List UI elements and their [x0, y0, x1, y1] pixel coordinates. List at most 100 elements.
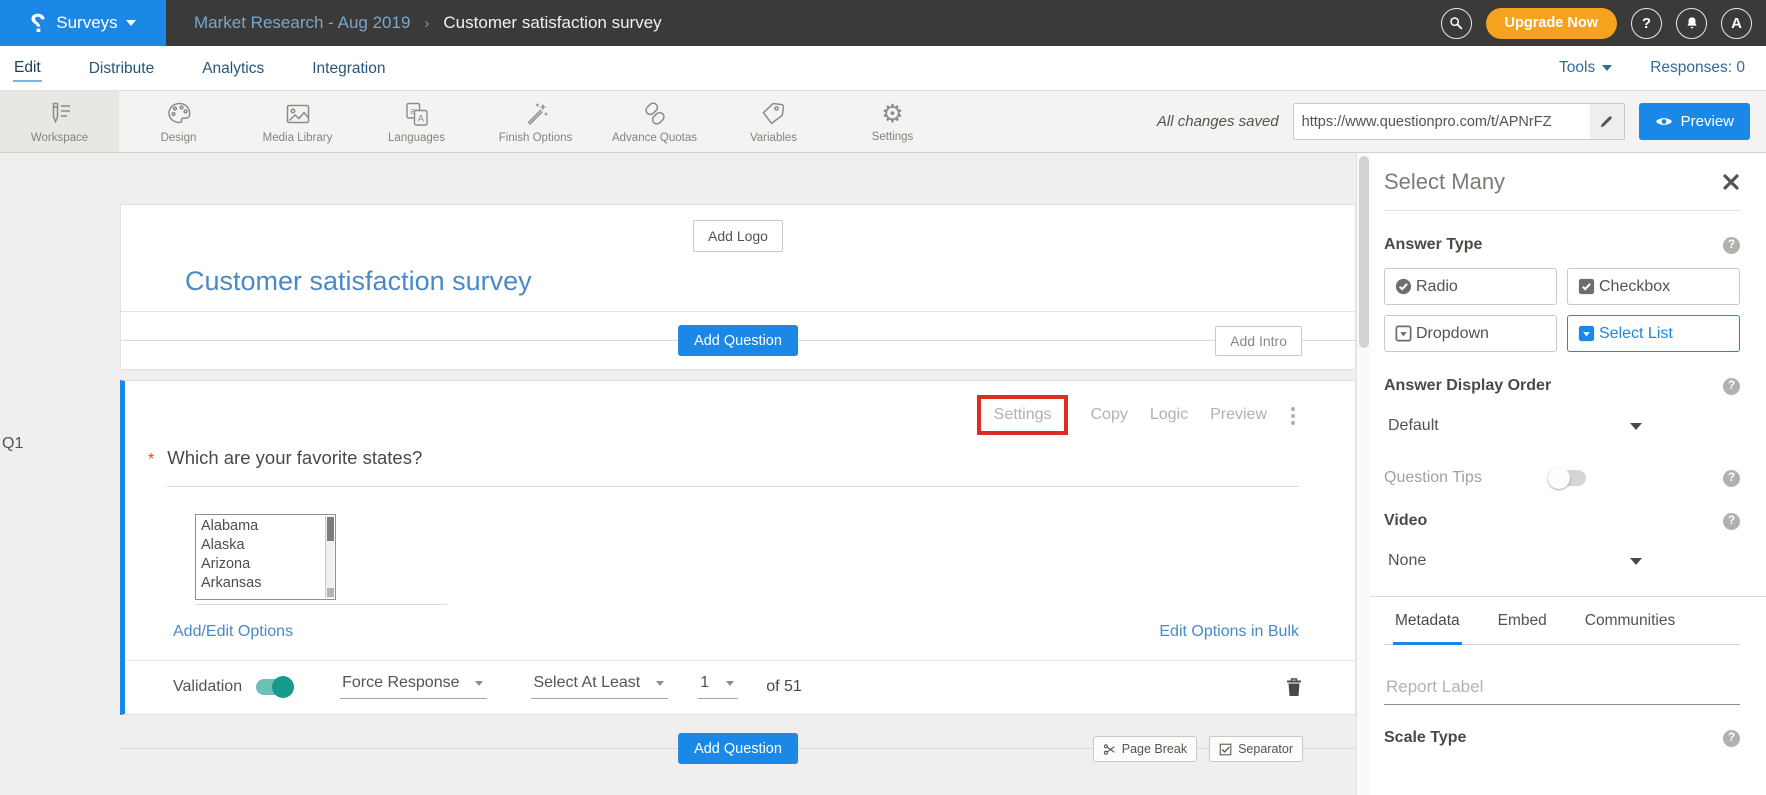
listbox-scrollbar[interactable]	[325, 516, 334, 598]
preview-button[interactable]: Preview	[1639, 103, 1750, 140]
help-icon[interactable]	[1723, 470, 1740, 487]
page-break-button[interactable]: Page Break	[1093, 736, 1197, 762]
add-logo-button[interactable]: Add Logo	[693, 220, 783, 252]
help-icon[interactable]	[1723, 513, 1740, 530]
tab-embed[interactable]: Embed	[1496, 597, 1549, 645]
toolbar-item-label: Design	[161, 132, 197, 144]
validation-condition-select[interactable]: Select At Least	[531, 674, 668, 699]
required-asterisk: *	[148, 451, 154, 469]
validation-rule-select[interactable]: Force Response	[340, 674, 487, 699]
scrollbar-thumb[interactable]	[1359, 156, 1369, 348]
more-options-icon[interactable]	[1291, 407, 1295, 411]
question-text-field[interactable]: Which are your favorite states?	[167, 447, 1299, 487]
listbox-option[interactable]: Arizona	[201, 555, 321, 574]
palette-icon	[164, 99, 194, 129]
add-question-button-bottom[interactable]: Add Question	[678, 733, 798, 764]
search-button[interactable]	[1441, 8, 1472, 39]
answer-display-order-label: Answer Display Order	[1384, 377, 1551, 395]
survey-editor-app: Surveys Market Research - Aug 2019 › Cus…	[0, 0, 1766, 795]
help-icon[interactable]	[1723, 730, 1740, 747]
listbox-option[interactable]: Arkansas	[201, 574, 321, 593]
question-tips-toggle[interactable]	[1550, 470, 1586, 486]
responses-count[interactable]: Responses: 0	[1650, 59, 1745, 77]
bottom-add-row: Add Question Page Break Separator	[120, 729, 1356, 769]
avatar[interactable]: A	[1721, 8, 1752, 39]
edit-url-button[interactable]	[1590, 104, 1624, 139]
translate-icon: aA	[402, 99, 432, 129]
listbox-option[interactable]: Alaska	[201, 536, 321, 555]
main-nav: Edit Distribute Analytics Integration To…	[0, 46, 1766, 90]
tab-metadata[interactable]: Metadata	[1393, 597, 1462, 645]
select-list-square-icon	[1577, 324, 1596, 343]
answer-listbox[interactable]: Alabama Alaska Arizona Arkansas	[195, 514, 336, 600]
question-settings-button[interactable]: Settings	[994, 406, 1052, 423]
toolbar-item-workspace[interactable]: Workspace	[0, 91, 119, 152]
validation-count-select[interactable]: 1	[698, 674, 738, 699]
video-select[interactable]: None	[1384, 552, 1642, 570]
tools-menu[interactable]: Tools	[1559, 59, 1612, 77]
tab-integration[interactable]: Integration	[311, 56, 386, 81]
panel-tabs-section: Metadata Embed Communities	[1370, 596, 1766, 645]
close-panel-button[interactable]	[1722, 173, 1740, 191]
answer-type-label-text: Checkbox	[1599, 278, 1670, 296]
radio-check-icon	[1394, 277, 1413, 296]
checkbox-check-icon	[1577, 277, 1596, 296]
answer-display-order-select[interactable]: Default	[1384, 417, 1642, 435]
nav-right: Tools Responses: 0	[1559, 59, 1745, 77]
upgrade-now-button[interactable]: Upgrade Now	[1486, 8, 1617, 39]
notifications-button[interactable]	[1676, 8, 1707, 39]
product-menu-label: Surveys	[56, 13, 117, 33]
add-intro-button[interactable]: Add Intro	[1215, 326, 1302, 356]
listbox-option[interactable]: Alabama	[201, 517, 321, 536]
question-logic-button[interactable]: Logic	[1150, 406, 1188, 424]
toolbar-item-label: Finish Options	[499, 132, 573, 144]
help-button[interactable]	[1631, 8, 1662, 39]
breadcrumb-folder-link[interactable]: Market Research - Aug 2019	[194, 13, 410, 33]
toolbar-item-media-library[interactable]: Media Library	[238, 91, 357, 152]
toolbar-item-settings[interactable]: Settings	[833, 91, 952, 152]
add-edit-options-link[interactable]: Add/Edit Options	[173, 623, 293, 641]
toolbar-item-label: Media Library	[263, 132, 333, 144]
answer-type-radio-button[interactable]: Radio	[1384, 268, 1557, 305]
workarea: Q1 Add Logo Customer satisfaction survey…	[0, 153, 1766, 795]
toolbar-item-design[interactable]: Design	[119, 91, 238, 152]
chevron-down-icon	[1630, 423, 1642, 430]
help-icon[interactable]	[1723, 378, 1740, 395]
report-label-input[interactable]	[1384, 675, 1740, 705]
answer-type-select-list-button[interactable]: Select List	[1567, 315, 1740, 352]
help-icon[interactable]	[1723, 237, 1740, 254]
toolbar-item-finish-options[interactable]: Finish Options	[476, 91, 595, 152]
tab-communities[interactable]: Communities	[1583, 597, 1677, 645]
survey-title[interactable]: Customer satisfaction survey	[185, 266, 1355, 297]
question-copy-button[interactable]: Copy	[1090, 406, 1127, 424]
page-scrollbar[interactable]	[1356, 153, 1370, 795]
question-text[interactable]: Which are your favorite states?	[167, 447, 422, 468]
question-card: Settings Copy Logic Preview * Which are …	[120, 380, 1356, 715]
share-url-input[interactable]	[1294, 114, 1590, 130]
toolbar-item-variables[interactable]: Variables	[714, 91, 833, 152]
toolbar-right: All changes saved Preview	[1157, 91, 1750, 152]
edit-options-bulk-link[interactable]: Edit Options in Bulk	[1159, 623, 1299, 641]
separator-button[interactable]: Separator	[1209, 736, 1303, 762]
tab-edit[interactable]: Edit	[13, 55, 42, 82]
answer-type-dropdown-button[interactable]: Dropdown	[1384, 315, 1557, 352]
eye-icon	[1655, 115, 1673, 128]
chevron-down-icon	[656, 681, 664, 686]
saved-status: All changes saved	[1157, 113, 1279, 130]
product-switcher[interactable]: Surveys	[0, 0, 166, 46]
tab-analytics[interactable]: Analytics	[201, 56, 265, 81]
delete-question-button[interactable]	[1285, 677, 1303, 697]
toolbar-item-advance-quotas[interactable]: Advance Quotas	[595, 91, 714, 152]
answer-type-label-text: Dropdown	[1416, 325, 1489, 343]
validation-condition-value: Select At Least	[533, 674, 640, 692]
scrollbar-thumb[interactable]	[327, 517, 334, 541]
validation-toggle[interactable]	[256, 679, 292, 695]
toolbar-item-languages[interactable]: aA Languages	[357, 91, 476, 152]
tag-icon	[759, 99, 789, 129]
scale-type-label: Scale Type	[1384, 729, 1466, 747]
question-preview-button[interactable]: Preview	[1210, 406, 1267, 424]
tab-distribute[interactable]: Distribute	[88, 56, 155, 81]
answer-type-checkbox-button[interactable]: Checkbox	[1567, 268, 1740, 305]
breadcrumb-survey-title: Customer satisfaction survey	[443, 13, 661, 33]
add-question-button-top[interactable]: Add Question	[678, 325, 798, 356]
